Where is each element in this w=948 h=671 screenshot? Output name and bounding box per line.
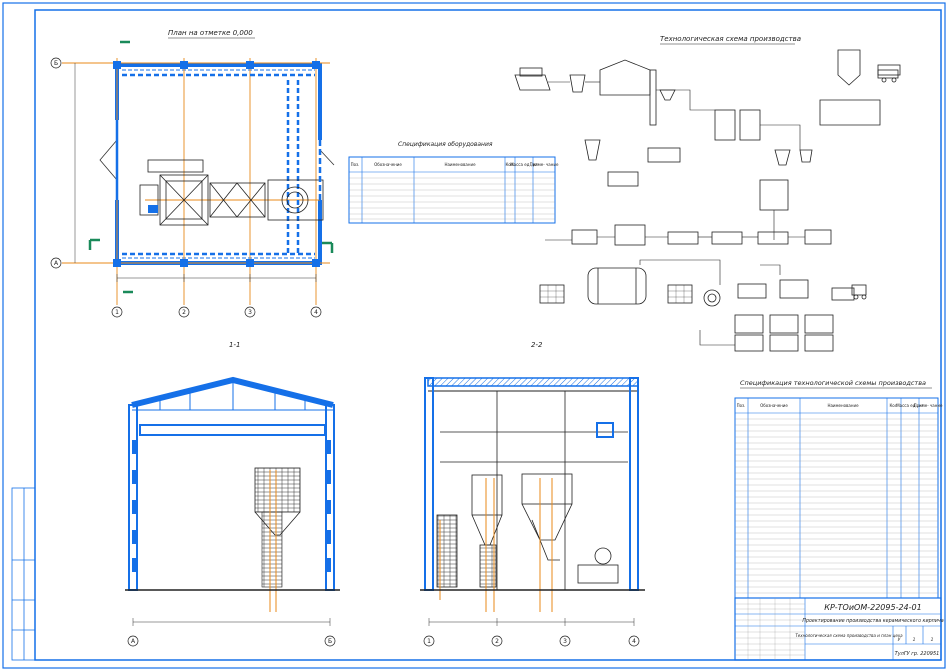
organization: ТулГУ гр. 220951 xyxy=(895,651,940,657)
section2-axis-label-1: 1 xyxy=(427,638,431,645)
axis-label-3: 3 xyxy=(248,309,252,316)
sheet-num: 1 xyxy=(913,637,916,643)
pspec-header-designation: Обозначение xyxy=(760,403,788,408)
process-spec-title: Спецификация технологической схемы произ… xyxy=(740,379,926,387)
bspec-header-pos: Поз. xyxy=(351,162,360,167)
bspec-header-name: Наименование xyxy=(444,162,476,167)
doc-code: КР-ТОиОМ-22095-24-01 xyxy=(824,603,921,612)
outer-border xyxy=(2,2,946,669)
side-stamp xyxy=(11,487,36,661)
pspec-header-note: Приме- чание xyxy=(914,403,943,408)
project-title: Проектирование производства керамическог… xyxy=(802,618,943,624)
section2-axis-label-2: 2 xyxy=(495,638,499,645)
section2-axis-label-4: 4 xyxy=(632,638,636,645)
drawing-sheet: План на отметке 0,000 1 2 3 4 Б А Специф… xyxy=(2,2,946,669)
section2-axis-label-3: 3 xyxy=(563,638,567,645)
axis-label-2: 2 xyxy=(182,309,186,316)
section1-axis-label-B: Б xyxy=(328,638,332,645)
building-spec-title: Спецификация оборудования xyxy=(398,141,493,148)
section-1-title: 1-1 xyxy=(229,341,240,349)
axis-label-B: Б xyxy=(54,60,58,67)
plan-title: План на отметке 0,000 xyxy=(168,29,253,37)
axis-label-4: 4 xyxy=(314,309,318,316)
process-scheme: Технологическая схема производства xyxy=(514,35,901,352)
section-2-2: 2-2 1 2 3 4 xyxy=(420,341,645,647)
stage: У xyxy=(898,637,901,643)
pspec-header-pos: Поз. xyxy=(737,403,746,408)
bspec-header-designation: Обозначение xyxy=(374,162,402,167)
building-spec-table: Спецификация оборудования Поз. Обозначен… xyxy=(348,141,559,224)
section-2-title: 2-2 xyxy=(531,341,543,349)
section-1-1: 1-1 А Б xyxy=(125,341,340,647)
process-scheme-title: Технологическая схема производства xyxy=(660,35,801,43)
process-spec-table: Спецификация технологической схемы произ… xyxy=(734,379,943,599)
title-block: КР-ТОиОМ-22095-24-01 Проектирование прои… xyxy=(734,597,944,661)
bspec-header-note: Приме- чание xyxy=(530,162,559,167)
pspec-header-name: Наименование xyxy=(827,403,859,408)
axis-label-1: 1 xyxy=(115,309,119,316)
floor-plan: План на отметке 0,000 1 2 3 4 Б А xyxy=(50,29,335,318)
sheets-total: 1 xyxy=(931,637,934,643)
sheet-title: Технологическая схема производства и пла… xyxy=(795,633,903,638)
